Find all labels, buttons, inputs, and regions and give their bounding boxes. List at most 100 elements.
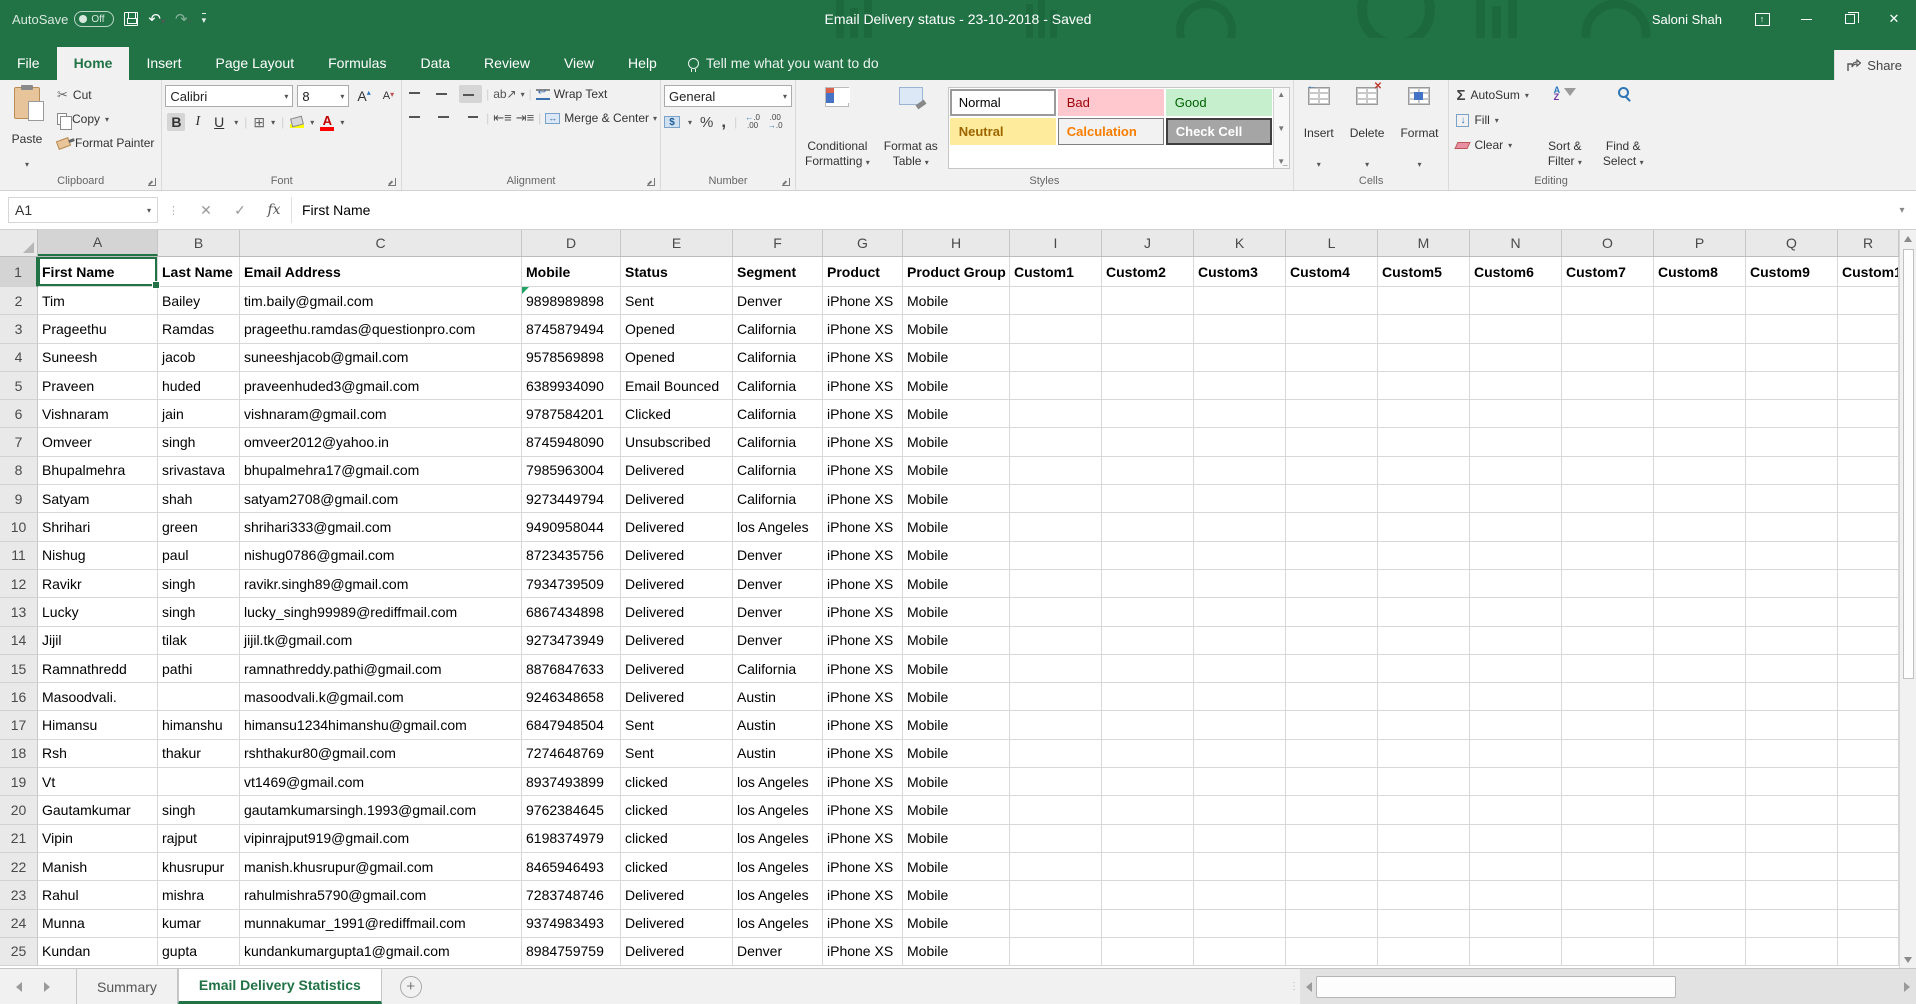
cell-I2[interactable] bbox=[1010, 287, 1102, 315]
cell-I11[interactable] bbox=[1010, 542, 1102, 570]
cell-N4[interactable] bbox=[1470, 344, 1562, 372]
autosave-toggle[interactable]: AutoSave Off bbox=[12, 11, 114, 27]
cell-G18[interactable]: iPhone XS bbox=[823, 740, 903, 768]
column-header-I[interactable]: I bbox=[1010, 230, 1102, 256]
cell-M1[interactable]: Custom5 bbox=[1378, 257, 1470, 287]
cell-J3[interactable] bbox=[1102, 315, 1194, 343]
cell-A21[interactable]: Vipin bbox=[38, 825, 158, 853]
cell-E8[interactable]: Delivered bbox=[621, 457, 733, 485]
cell-D2[interactable]: 9898989898 bbox=[522, 287, 621, 315]
cell-L10[interactable] bbox=[1286, 513, 1378, 541]
cell-N17[interactable] bbox=[1470, 711, 1562, 739]
cell-R10[interactable] bbox=[1838, 513, 1899, 541]
cell-A14[interactable]: Jijil bbox=[38, 627, 158, 655]
scroll-left-icon[interactable] bbox=[1306, 982, 1312, 992]
cell-R19[interactable] bbox=[1838, 768, 1899, 796]
restore-button[interactable] bbox=[1828, 0, 1872, 38]
cell-G9[interactable]: iPhone XS bbox=[823, 485, 903, 513]
cell-D4[interactable]: 9578569898 bbox=[522, 344, 621, 372]
cell-I14[interactable] bbox=[1010, 627, 1102, 655]
cell-R14[interactable] bbox=[1838, 627, 1899, 655]
row-header-11[interactable]: 11 bbox=[0, 542, 38, 570]
cell-B21[interactable]: rajput bbox=[158, 825, 240, 853]
cell-P2[interactable] bbox=[1654, 287, 1746, 315]
cell-P20[interactable] bbox=[1654, 796, 1746, 824]
cell-M11[interactable] bbox=[1378, 542, 1470, 570]
cell-B3[interactable]: Ramdas bbox=[158, 315, 240, 343]
cell-L9[interactable] bbox=[1286, 485, 1378, 513]
cell-C24[interactable]: munnakumar_1991@rediffmail.com bbox=[240, 910, 522, 938]
cell-N12[interactable] bbox=[1470, 570, 1562, 598]
cell-P24[interactable] bbox=[1654, 910, 1746, 938]
cell-H23[interactable]: Mobile bbox=[903, 881, 1010, 909]
cell-G10[interactable]: iPhone XS bbox=[823, 513, 903, 541]
cell-Q8[interactable] bbox=[1746, 457, 1838, 485]
cell-R12[interactable] bbox=[1838, 570, 1899, 598]
cell-O11[interactable] bbox=[1562, 542, 1654, 570]
cell-L18[interactable] bbox=[1286, 740, 1378, 768]
cell-G24[interactable]: iPhone XS bbox=[823, 910, 903, 938]
scroll-down-icon[interactable] bbox=[1900, 951, 1916, 968]
cell-M21[interactable] bbox=[1378, 825, 1470, 853]
cell-I4[interactable] bbox=[1010, 344, 1102, 372]
cell-R2[interactable] bbox=[1838, 287, 1899, 315]
cell-K2[interactable] bbox=[1194, 287, 1286, 315]
cell-M7[interactable] bbox=[1378, 428, 1470, 456]
styles-scroll-up-icon[interactable]: ▲ bbox=[1277, 90, 1285, 99]
cell-O23[interactable] bbox=[1562, 881, 1654, 909]
cell-K7[interactable] bbox=[1194, 428, 1286, 456]
cell-D3[interactable]: 8745879494 bbox=[522, 315, 621, 343]
cell-C5[interactable]: praveenhuded3@gmail.com bbox=[240, 372, 522, 400]
cell-A20[interactable]: Gautamkumar bbox=[38, 796, 158, 824]
cell-I12[interactable] bbox=[1010, 570, 1102, 598]
cell-R4[interactable] bbox=[1838, 344, 1899, 372]
cell-C8[interactable]: bhupalmehra17@gmail.com bbox=[240, 457, 522, 485]
row-header-10[interactable]: 10 bbox=[0, 513, 38, 541]
cell-I6[interactable] bbox=[1010, 400, 1102, 428]
cell-A24[interactable]: Munna bbox=[38, 910, 158, 938]
increase-indent-button[interactable]: ⇥≡ bbox=[516, 110, 534, 126]
cell-C17[interactable]: himansu1234himanshu@gmail.com bbox=[240, 711, 522, 739]
horizontal-scrollbar[interactable] bbox=[1300, 969, 1916, 1004]
cell-J1[interactable]: Custom2 bbox=[1102, 257, 1194, 287]
cell-G20[interactable]: iPhone XS bbox=[823, 796, 903, 824]
cell-J24[interactable] bbox=[1102, 910, 1194, 938]
cell-E3[interactable]: Opened bbox=[621, 315, 733, 343]
comma-style-button[interactable]: , bbox=[721, 112, 726, 132]
cell-F8[interactable]: California bbox=[733, 457, 823, 485]
percent-style-button[interactable]: % bbox=[700, 114, 713, 131]
cell-B12[interactable]: singh bbox=[158, 570, 240, 598]
cell-K17[interactable] bbox=[1194, 711, 1286, 739]
cell-N5[interactable] bbox=[1470, 372, 1562, 400]
cell-H13[interactable]: Mobile bbox=[903, 598, 1010, 626]
cell-G3[interactable]: iPhone XS bbox=[823, 315, 903, 343]
cell-P3[interactable] bbox=[1654, 315, 1746, 343]
tab-insert[interactable]: Insert bbox=[129, 47, 198, 80]
cell-K6[interactable] bbox=[1194, 400, 1286, 428]
cell-F15[interactable]: California bbox=[733, 655, 823, 683]
cell-P11[interactable] bbox=[1654, 542, 1746, 570]
cell-E6[interactable]: Clicked bbox=[621, 400, 733, 428]
name-box[interactable]: A1▾ bbox=[8, 197, 158, 223]
cell-A10[interactable]: Shrihari bbox=[38, 513, 158, 541]
cell-I5[interactable] bbox=[1010, 372, 1102, 400]
cell-O13[interactable] bbox=[1562, 598, 1654, 626]
cell-P12[interactable] bbox=[1654, 570, 1746, 598]
cell-J18[interactable] bbox=[1102, 740, 1194, 768]
cell-F18[interactable]: Austin bbox=[733, 740, 823, 768]
row-header-9[interactable]: 9 bbox=[0, 485, 38, 513]
align-left-button[interactable] bbox=[405, 109, 428, 127]
cell-K22[interactable] bbox=[1194, 853, 1286, 881]
confirm-entry-icon[interactable]: ✓ bbox=[223, 202, 257, 219]
cell-O21[interactable] bbox=[1562, 825, 1654, 853]
cell-M14[interactable] bbox=[1378, 627, 1470, 655]
cell-N23[interactable] bbox=[1470, 881, 1562, 909]
cell-D16[interactable]: 9246348658 bbox=[522, 683, 621, 711]
cell-L4[interactable] bbox=[1286, 344, 1378, 372]
cell-R16[interactable] bbox=[1838, 683, 1899, 711]
cell-D19[interactable]: 8937493899 bbox=[522, 768, 621, 796]
tab-review[interactable]: Review bbox=[467, 47, 547, 80]
cell-B16[interactable] bbox=[158, 683, 240, 711]
cell-E15[interactable]: Delivered bbox=[621, 655, 733, 683]
cell-R3[interactable] bbox=[1838, 315, 1899, 343]
